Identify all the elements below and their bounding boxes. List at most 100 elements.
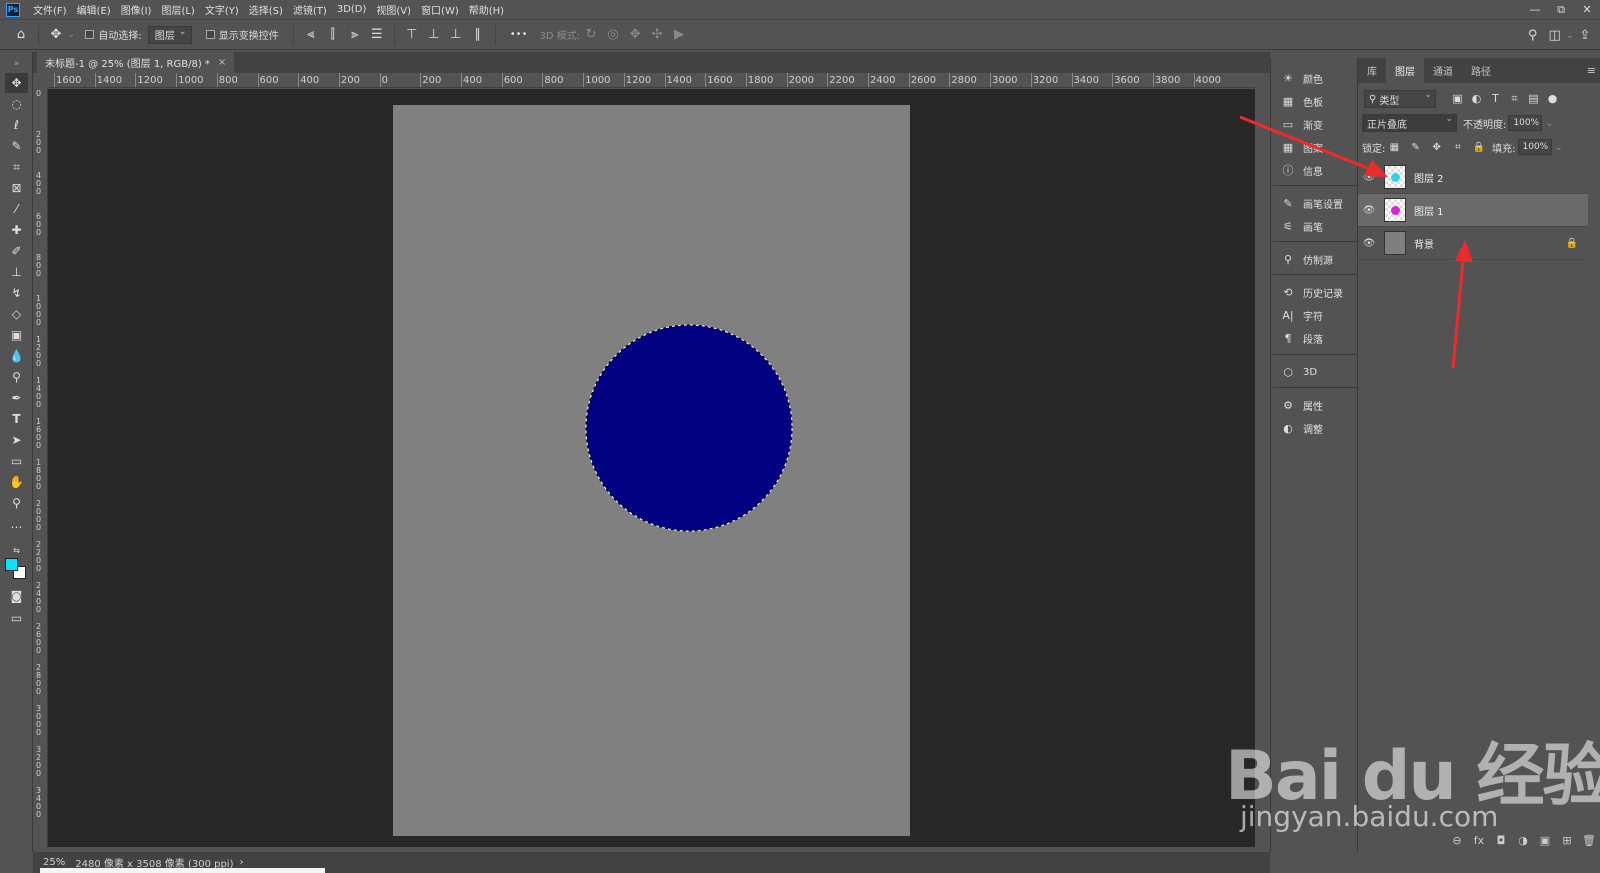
menu-layer[interactable]: 图层(L) [156,2,199,17]
chevron-down-icon[interactable]: ⌄ [1566,30,1574,41]
edit-toolbar-icon[interactable]: ⋯ [5,517,28,537]
filter-type-icon[interactable]: T [1486,92,1505,106]
dock-item[interactable]: ⚲ 仿制源 [1279,249,1354,269]
layer-row-layer-1[interactable]: 👁 图层 1 [1358,194,1588,227]
workspace-icon[interactable]: ◫ [1544,24,1566,46]
path-select-tool-icon[interactable]: ➤ [5,430,28,450]
drag-3d-icon[interactable]: ✥ [624,24,646,46]
roll-3d-icon[interactable]: ◎ [602,24,624,46]
menu-view[interactable]: 视图(V) [371,2,416,17]
menu-edit[interactable]: 编辑(E) [72,2,116,17]
show-transform-checkbox[interactable] [205,30,215,39]
opacity-chevron-icon[interactable]: ⌄ [1545,118,1553,129]
blur-tool-icon[interactable]: 💧 [5,346,28,366]
eyedropper-tool-icon[interactable]: ⁄ [5,199,28,219]
vertical-ruler[interactable]: 0 2 0 0 4 0 0 6 0 0 8 0 0 1 0 0 0 1 2 0 0 1 4 0… [33,88,48,848]
marquee-tool-icon[interactable]: ◌ [5,94,28,114]
healing-brush-tool-icon[interactable]: ✚ [5,220,28,240]
dock-item[interactable]: ▦ 图案 [1279,137,1354,157]
quick-select-tool-icon[interactable]: ✎ [5,136,28,156]
visibility-eye-icon[interactable]: 👁 [1358,238,1380,249]
selected-circle-shape[interactable] [586,325,792,531]
zoom-level[interactable]: 25% [43,857,65,868]
close-document-icon[interactable]: × [218,57,226,68]
fill-chevron-icon[interactable]: ⌄ [1555,142,1563,153]
collapse-icon[interactable]: » [5,54,28,74]
filter-shape-icon[interactable]: ⌗ [1505,92,1524,106]
filter-adjustment-icon[interactable]: ◐ [1467,92,1486,106]
auto-select-checkbox[interactable] [85,30,95,39]
slide-3d-icon[interactable]: ✣ [646,24,668,46]
lock-pixels-icon[interactable]: ✎ [1407,142,1425,153]
align-vertical-center-icon[interactable]: ⊥ [423,24,445,46]
menu-3d[interactable]: 3D(D) [332,4,372,15]
dock-item[interactable]: ▭ 渐变 [1279,114,1354,134]
horizontal-ruler[interactable]: 1600 1400 1200 1000 800 600 400 200 0 200 400 600 80… [48,73,1255,88]
orbit-3d-icon[interactable]: ↻ [580,24,602,46]
dock-item[interactable]: ☀ 颜色 [1279,68,1354,88]
tab-layers[interactable]: 图层 [1386,58,1424,83]
lock-position-icon[interactable]: ✥ [1428,142,1446,153]
camera-3d-icon[interactable]: ▶ [668,24,690,46]
quick-mask-icon[interactable]: ◙ [5,586,28,606]
visibility-eye-icon[interactable]: 👁 [1358,205,1380,216]
rectangle-tool-icon[interactable]: ▭ [5,451,28,471]
visibility-eye-icon[interactable]: 👁 [1358,172,1380,183]
align-right-icon[interactable]: ⫸ [344,24,366,46]
eraser-tool-icon[interactable]: ◇ [5,304,28,324]
layer-filter-dropdown[interactable]: ⚲ 类型 [1364,90,1436,108]
chevron-down-icon[interactable]: ⌄ [67,29,75,40]
menu-filter[interactable]: 滤镜(T) [288,2,332,17]
swap-colors-icon[interactable]: ⇆ [5,540,28,560]
lasso-tool-icon[interactable]: ℓ [5,115,28,135]
filter-pixel-icon[interactable]: ▣ [1448,92,1467,106]
opacity-input[interactable]: 100% [1508,115,1543,131]
menu-image[interactable]: 图像(I) [116,2,157,17]
dock-item[interactable]: ⚟ 画笔 [1279,216,1354,236]
restore-button[interactable]: ⧉ [1548,0,1574,19]
lock-artboard-icon[interactable]: ⌗ [1449,142,1467,153]
dock-item[interactable]: ✎ 画笔设置 [1279,193,1354,213]
pen-tool-icon[interactable]: ✒ [5,388,28,408]
dock-item[interactable]: ¶ 段落 [1279,328,1354,348]
auto-select-target-dropdown[interactable]: 图层 [147,25,192,44]
fill-input[interactable]: 100% [1517,139,1552,155]
more-options-button[interactable]: ••• [510,29,528,40]
document-canvas[interactable] [393,105,910,836]
dock-item[interactable]: ◐ 调整 [1279,418,1354,438]
blend-mode-dropdown[interactable]: 正片叠底 [1362,114,1457,132]
gradient-tool-icon[interactable]: ▣ [5,325,28,345]
filter-toggle-icon[interactable]: ● [1543,92,1562,106]
menu-window[interactable]: 窗口(W) [416,2,464,17]
clone-stamp-tool-icon[interactable]: ⊥ [5,262,28,282]
type-tool-icon[interactable]: T [5,409,28,429]
history-brush-tool-icon[interactable]: ↯ [5,283,28,303]
document-info-arrow[interactable]: › [240,857,244,868]
dock-item[interactable]: ⬡ 3D [1279,362,1354,382]
panel-menu-icon[interactable]: ≡ [1587,64,1596,77]
align-top-icon[interactable]: ⊤ [401,24,423,46]
align-bottom-icon[interactable]: ⊥ [445,24,467,46]
minimize-button[interactable]: — [1522,0,1548,19]
dock-item[interactable]: ⚙ 属性 [1279,395,1354,415]
ruler-origin[interactable] [33,73,48,88]
dock-item[interactable]: A| 字符 [1279,305,1354,325]
hand-tool-icon[interactable]: ✋ [5,472,28,492]
dock-item[interactable]: ⟲ 历史记录 [1279,282,1354,302]
close-window-button[interactable]: ✕ [1574,0,1600,19]
new-layer-icon[interactable]: ⊞ [1556,834,1578,847]
home-icon[interactable]: ⌂ [10,24,32,46]
dock-item[interactable]: ▦ 色板 [1279,91,1354,111]
tab-paths[interactable]: 路径 [1462,58,1500,83]
frame-tool-icon[interactable]: ⊠ [5,178,28,198]
document-tab[interactable]: 未标题-1 @ 25% (图层 1, RGB/8) * × [37,52,235,73]
zoom-tool-icon[interactable]: ⚲ [5,493,28,513]
lock-all-icon[interactable]: 🔒 [1470,142,1488,153]
foreground-color-swatch[interactable] [5,558,18,571]
distribute-vertical-icon[interactable]: ☰ [366,24,388,46]
screen-mode-icon[interactable]: ▭ [5,608,28,628]
distribute-horizontal-icon[interactable]: ∥ [467,24,489,46]
crop-tool-icon[interactable]: ⌗ [5,157,28,177]
canvas-area[interactable] [48,89,1255,847]
dodge-tool-icon[interactable]: ⚲ [5,367,28,387]
